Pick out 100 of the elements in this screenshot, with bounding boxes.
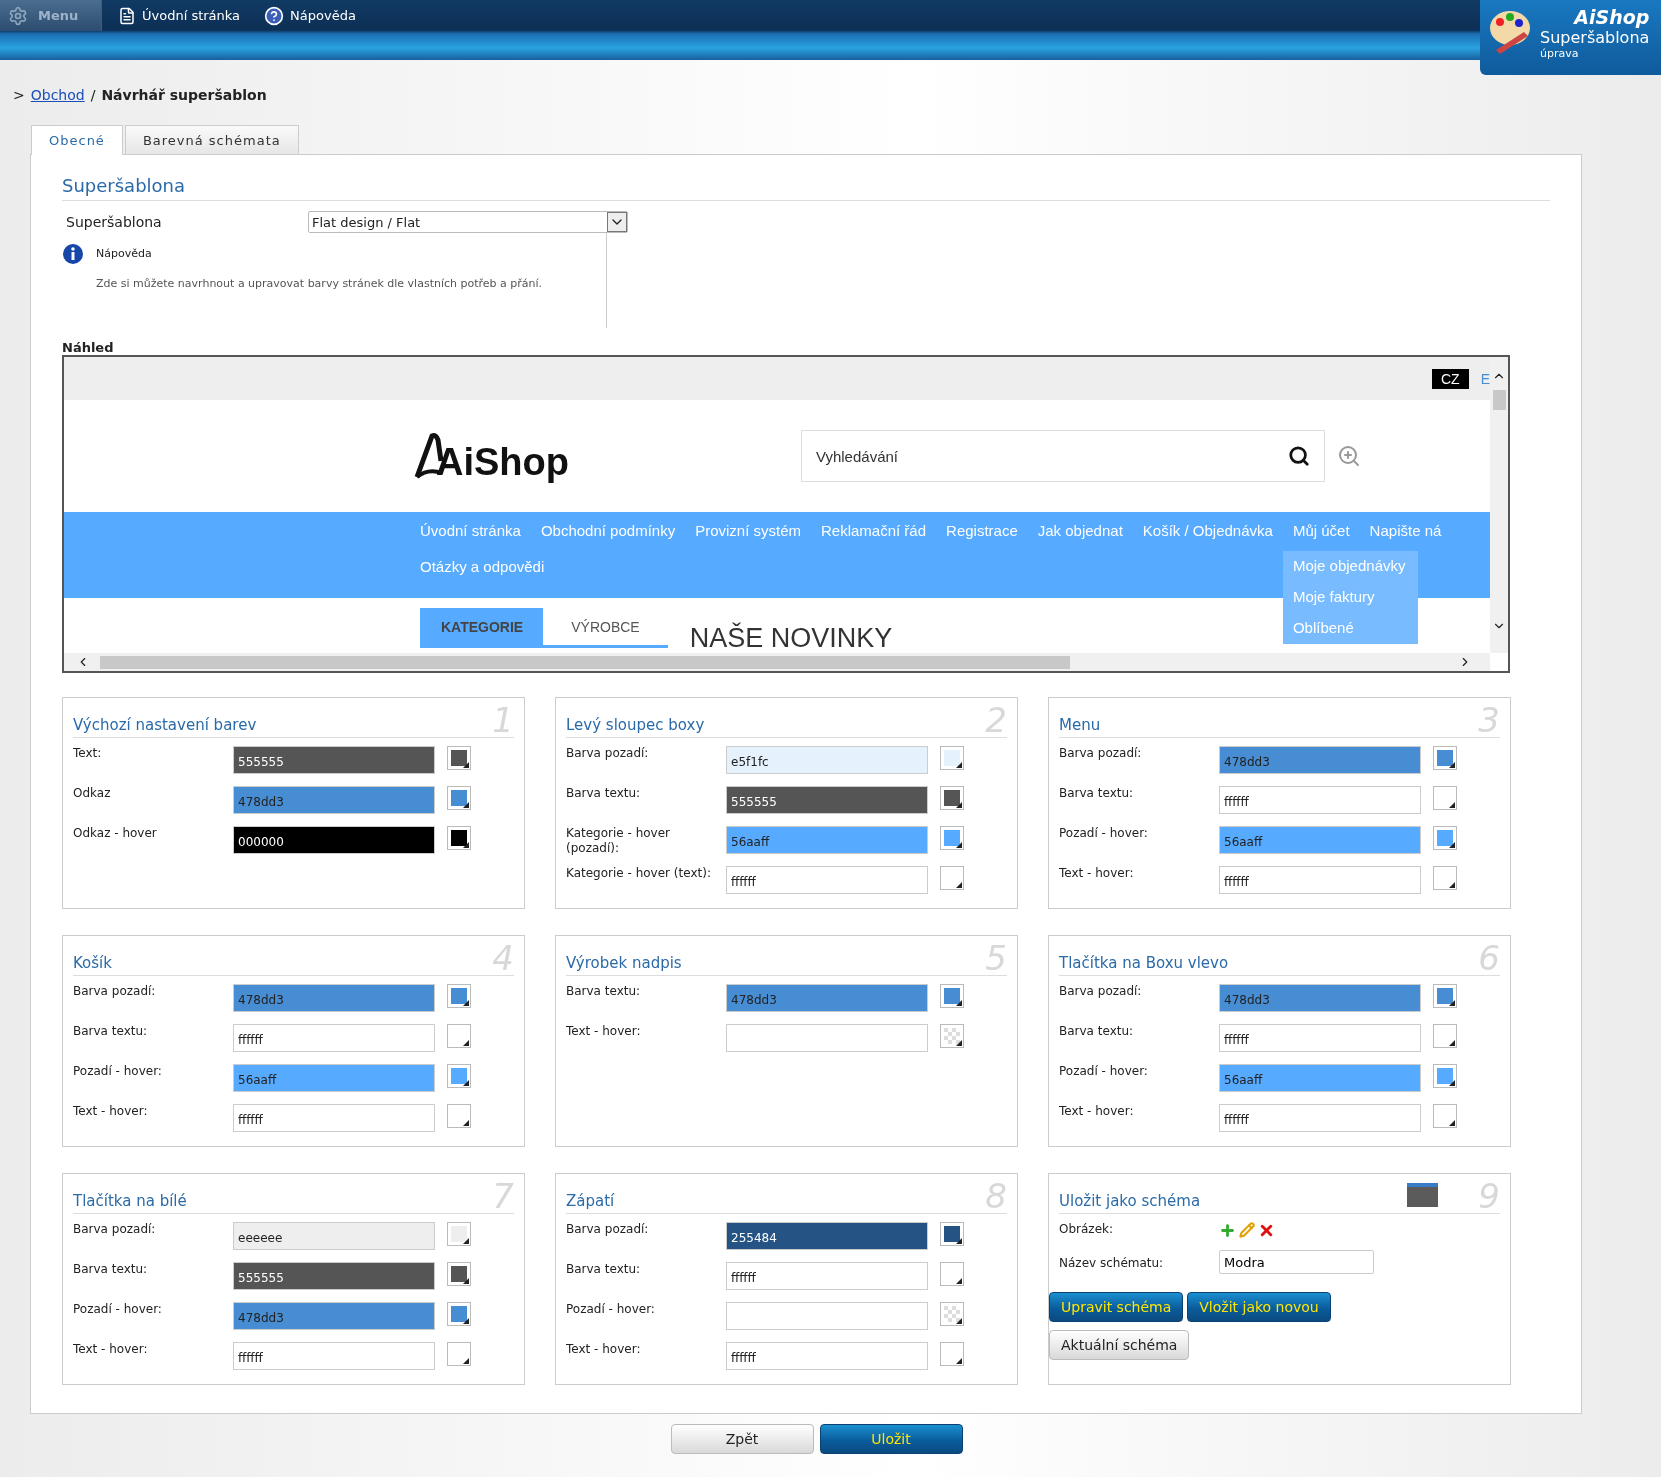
corner-triangle-icon — [1449, 802, 1455, 808]
template-select[interactable]: Flat design / Flat — [308, 211, 628, 233]
color-picker-button[interactable] — [447, 826, 471, 850]
color-input-field[interactable]: eeeeee — [233, 1222, 435, 1250]
color-picker-button[interactable] — [447, 1262, 471, 1286]
color-input-field[interactable]: ffffff — [1219, 866, 1421, 894]
color-input-field[interactable]: 56aaff — [726, 826, 928, 854]
field-label: Barva pozadí: — [566, 746, 650, 761]
color-picker-button[interactable] — [940, 786, 964, 810]
scheme-button[interactable]: Vložit jako novou — [1187, 1292, 1331, 1322]
field-label: Pozadí - hover: — [1059, 1064, 1149, 1079]
add-icon[interactable] — [1219, 1222, 1236, 1239]
language-option[interactable]: CZ — [1432, 368, 1469, 389]
color-picker-button[interactable] — [447, 1342, 471, 1366]
color-input-field[interactable]: 56aaff — [1219, 1064, 1421, 1092]
category-tab[interactable]: KATEGORIE — [420, 608, 544, 645]
color-input-field[interactable]: 000000 — [233, 826, 435, 854]
field-label: Barva pozadí: — [1059, 746, 1143, 761]
corner-triangle-icon — [956, 1358, 962, 1364]
color-picker-button[interactable] — [447, 984, 471, 1008]
color-picker-button[interactable] — [940, 984, 964, 1008]
color-picker-button[interactable] — [447, 1104, 471, 1128]
color-picker-button[interactable] — [940, 1262, 964, 1286]
footer-button[interactable]: Zpět — [670, 1424, 814, 1454]
panel-title: Menu — [1059, 716, 1101, 736]
color-picker-button[interactable] — [1433, 826, 1457, 850]
color-input-field[interactable]: 478dd3 — [1219, 746, 1421, 774]
color-picker-button[interactable] — [447, 1302, 471, 1326]
color-input-field[interactable]: ffffff — [726, 1262, 928, 1290]
color-input-field[interactable]: 56aaff — [233, 1064, 435, 1092]
color-input-field[interactable]: ffffff — [726, 866, 928, 894]
color-picker-button[interactable] — [940, 1342, 964, 1366]
field-label: Barva textu: — [73, 1262, 149, 1277]
color-input-field[interactable]: ffffff — [233, 1342, 435, 1370]
color-input-field[interactable]: 555555 — [233, 746, 435, 774]
delete-icon[interactable] — [1258, 1222, 1275, 1239]
color-picker-button[interactable] — [1433, 1104, 1457, 1128]
color-input-field[interactable] — [726, 1024, 928, 1052]
corner-triangle-icon — [956, 1000, 962, 1006]
nav-link[interactable]: Nápověda — [248, 0, 364, 31]
color-input-field[interactable]: ffffff — [1219, 1024, 1421, 1052]
color-picker-button[interactable] — [940, 1222, 964, 1246]
color-input-field[interactable]: ffffff — [1219, 786, 1421, 814]
color-input-field[interactable]: 478dd3 — [233, 984, 435, 1012]
field-label: Název schématu: — [1059, 1255, 1165, 1271]
scheme-name-field[interactable]: Modra — [1219, 1250, 1374, 1274]
scheme-button[interactable]: Upravit schéma — [1049, 1292, 1184, 1322]
color-picker-button[interactable] — [1433, 984, 1457, 1008]
color-input-field[interactable]: ffffff — [1219, 1104, 1421, 1132]
color-input-field[interactable]: 478dd3 — [726, 984, 928, 1012]
color-picker-button[interactable] — [940, 866, 964, 890]
color-input-field[interactable]: 555555 — [233, 1262, 435, 1290]
color-picker-button[interactable] — [447, 746, 471, 770]
scrollbar-thumb[interactable] — [1493, 390, 1506, 410]
tab[interactable]: Obecné — [31, 125, 123, 155]
color-picker-button[interactable] — [447, 1064, 471, 1088]
field-label: Barva pozadí: — [73, 984, 157, 999]
color-picker-button[interactable] — [447, 1024, 471, 1048]
corner-triangle-icon — [463, 1278, 469, 1284]
gear-icon — [8, 5, 28, 26]
breadcrumb-link[interactable]: Obchod — [30, 86, 85, 103]
color-picker-button[interactable] — [1433, 866, 1457, 890]
color-picker-button[interactable] — [1433, 786, 1457, 810]
field-label: Pozadí - hover: — [73, 1064, 163, 1079]
color-input-field[interactable]: 255484 — [726, 1222, 928, 1250]
color-picker-button[interactable] — [940, 1302, 964, 1326]
color-input-field[interactable]: 555555 — [726, 786, 928, 814]
color-picker-button[interactable] — [1433, 1024, 1457, 1048]
search-icon — [1288, 445, 1310, 467]
color-input-field[interactable]: ffffff — [233, 1024, 435, 1052]
zoom-in-icon[interactable] — [1337, 444, 1361, 468]
color-picker-button[interactable] — [940, 826, 964, 850]
color-input-field[interactable]: e5f1fc — [726, 746, 928, 774]
color-picker-button[interactable] — [1433, 1064, 1457, 1088]
scrollbar-thumb[interactable] — [100, 656, 1070, 669]
search-field[interactable]: Vyhledávání — [801, 430, 1325, 482]
corner-triangle-icon — [956, 1238, 962, 1244]
panel-title: Výchozí nastavení barev — [73, 716, 257, 736]
color-input-field[interactable]: 478dd3 — [233, 1302, 435, 1330]
color-input-field[interactable]: 478dd3 — [233, 786, 435, 814]
panel-title: Levý sloupec boxy — [566, 716, 705, 736]
field-label: Barva textu: — [1059, 1024, 1135, 1039]
color-picker-button[interactable] — [447, 1222, 471, 1246]
color-input-field[interactable] — [726, 1302, 928, 1330]
corner-triangle-icon — [463, 1120, 469, 1126]
color-picker-button[interactable] — [940, 746, 964, 770]
field-label: Barva textu: — [566, 984, 642, 999]
footer-button[interactable]: Uložit — [819, 1424, 963, 1454]
color-input-field[interactable]: ffffff — [233, 1104, 435, 1132]
corner-triangle-icon — [1449, 842, 1455, 848]
color-input-field[interactable]: 478dd3 — [1219, 984, 1421, 1012]
color-picker-button[interactable] — [1433, 746, 1457, 770]
color-input-field[interactable]: ffffff — [726, 1342, 928, 1370]
corner-triangle-icon — [1449, 1120, 1455, 1126]
color-picker-button[interactable] — [447, 786, 471, 810]
color-input-field[interactable]: 56aaff — [1219, 826, 1421, 854]
nav-link[interactable]: Úvodní stránka — [102, 0, 249, 31]
color-picker-button[interactable] — [940, 1024, 964, 1048]
scheme-button[interactable]: Aktuální schéma — [1049, 1330, 1190, 1360]
tab[interactable]: Barevná schémata — [124, 125, 299, 154]
